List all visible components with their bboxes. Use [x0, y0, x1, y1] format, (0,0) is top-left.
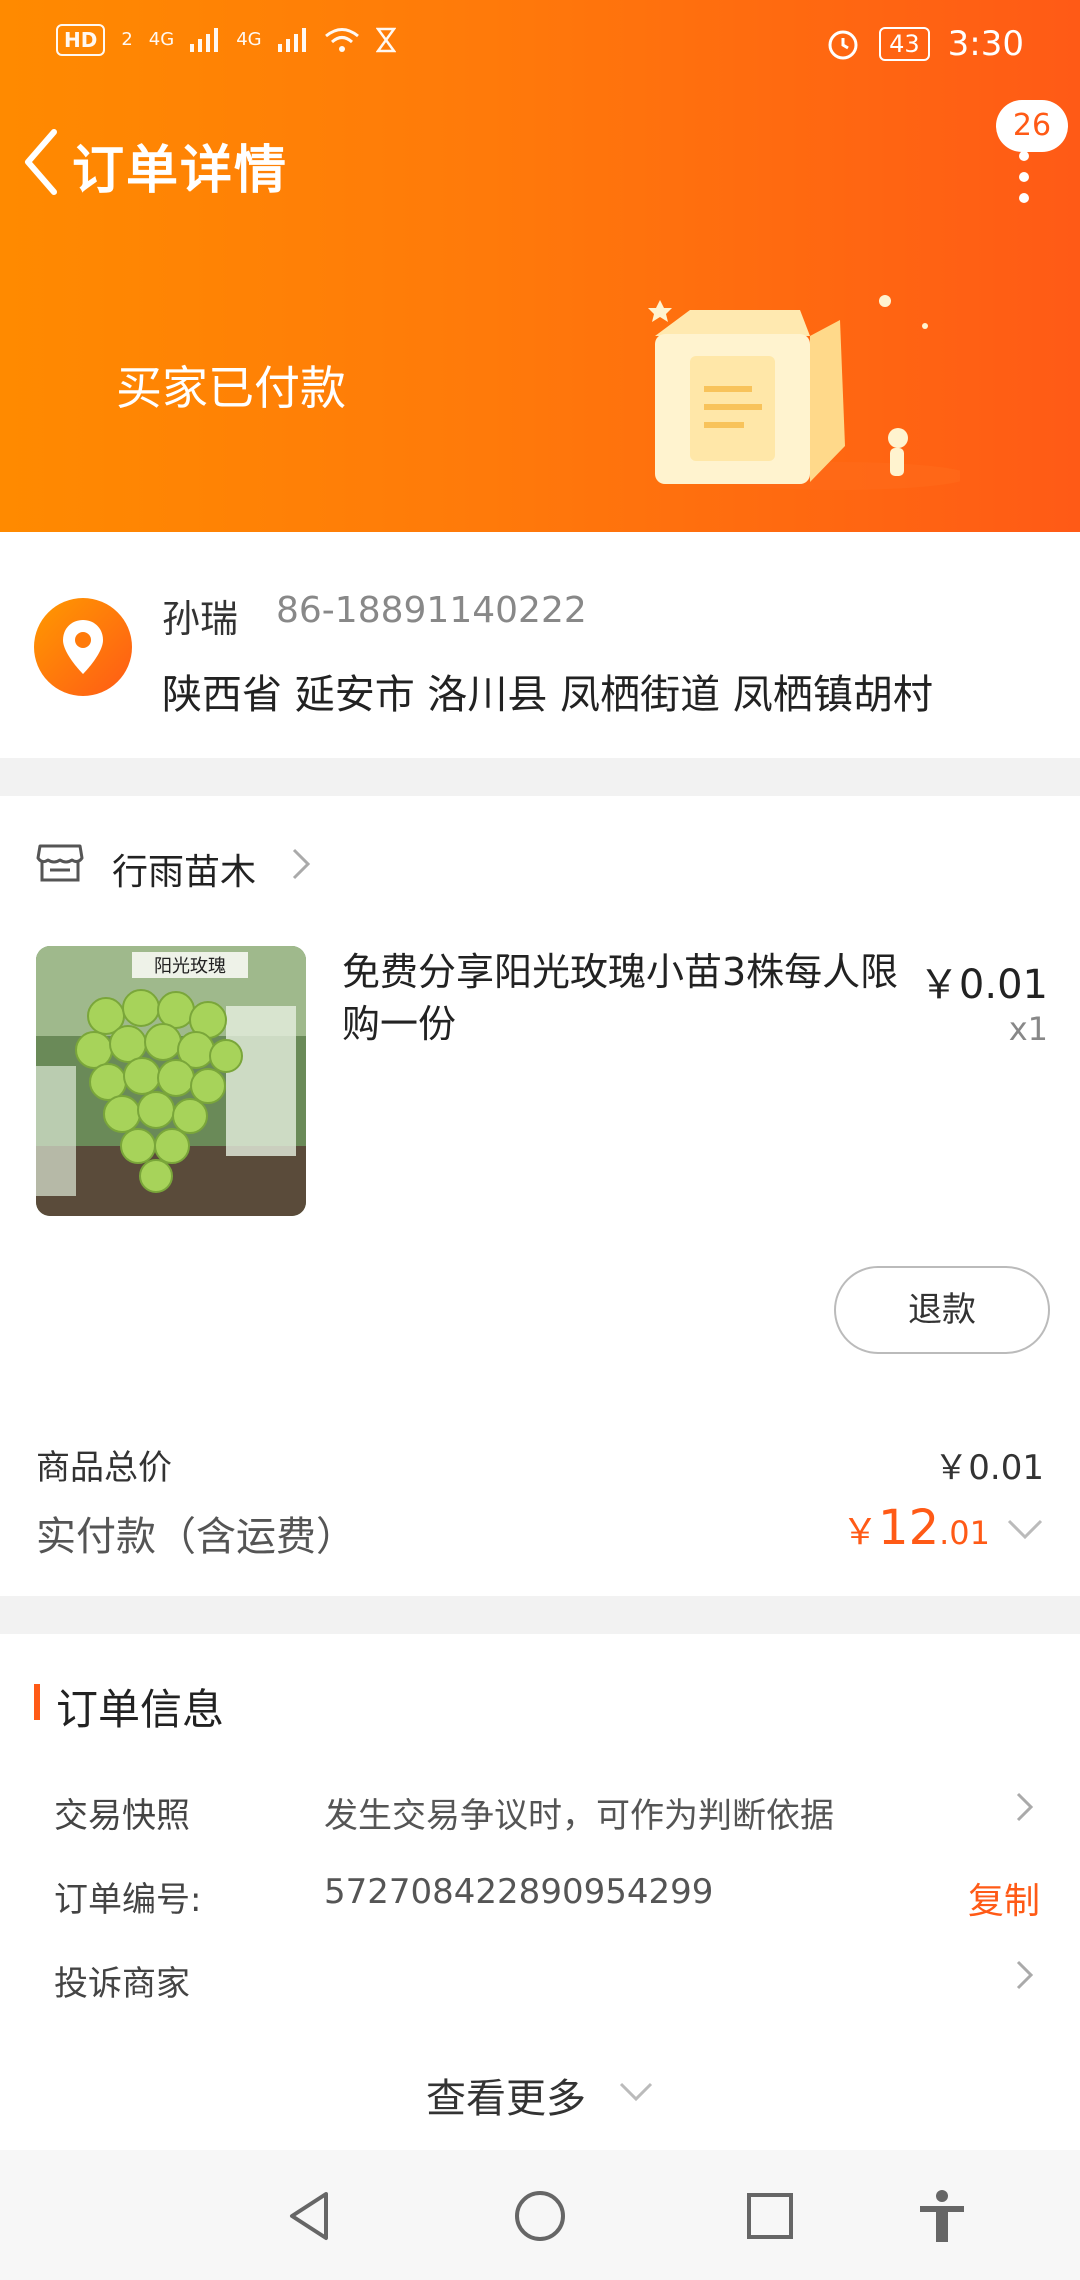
back-arrow-icon[interactable] — [18, 122, 66, 202]
signal-bars-icon — [190, 28, 219, 52]
accessibility-icon[interactable] — [914, 2188, 970, 2244]
hourglass-icon — [375, 27, 396, 53]
more-dots-icon[interactable] — [1016, 142, 1032, 212]
package-illustration — [648, 295, 960, 490]
product-image[interactable]: 阳光玫瑰 — [36, 946, 306, 1216]
recipient-phone: 86-18891140222 — [276, 590, 587, 631]
order-number-label: 订单编号: — [54, 1880, 202, 1920]
order-number-value: 572708422890954299 — [324, 1872, 714, 1912]
order-status-text: 买家已付款 — [116, 361, 346, 415]
snapshot-value[interactable]: 发生交易争议时，可作为判断依据 — [324, 1788, 834, 1837]
nav-back-icon[interactable] — [282, 2188, 338, 2244]
status-time: 3:30 — [947, 24, 1024, 64]
order-header: HD 2 4G 4G 43 3:30 订单详情 26 买家已付款 — [0, 0, 1080, 532]
product-title[interactable]: 免费分享阳光玫瑰小苗3株每人限购一份 — [342, 946, 922, 1050]
snapshot-label[interactable]: 交易快照 — [54, 1788, 190, 1837]
nav-home-icon[interactable] — [512, 2188, 568, 2244]
alarm-icon — [828, 30, 858, 60]
signal-icon-1: 4G — [148, 29, 175, 50]
section-accent-bar — [34, 1684, 40, 1720]
recipient-name: 孙瑞 — [162, 597, 239, 641]
grape-image: 阳光玫瑰 — [36, 946, 306, 1216]
chevron-right-icon[interactable] — [1014, 1958, 1036, 1992]
refund-button[interactable]: 退款 — [834, 1266, 1050, 1354]
shipping-address: 陕西省 延安市 洛川县 凤栖街道 凤栖镇胡村 — [162, 672, 933, 718]
goods-total-label: 商品总价 — [36, 1448, 172, 1488]
paid-amount-value: ￥12.01 — [842, 1500, 990, 1556]
see-more-button[interactable]: 查看更多 — [426, 2066, 586, 2124]
complaint-label[interactable]: 投诉商家 — [54, 1956, 190, 2005]
battery-icon: 43 — [879, 27, 930, 61]
chevron-right-icon[interactable] — [1014, 1790, 1036, 1824]
order-info-title: 订单信息 — [56, 1685, 225, 1734]
chevron-down-icon[interactable] — [1006, 1516, 1044, 1542]
page-title: 订单详情 — [72, 141, 289, 201]
store-name[interactable]: 行雨苗木 — [112, 843, 256, 895]
image-caption: 阳光玫瑰 — [154, 956, 226, 977]
location-pin-icon — [34, 598, 132, 696]
address-card[interactable] — [0, 532, 1080, 758]
signal-icon-2: 4G — [236, 29, 262, 50]
message-count-badge[interactable]: 26 — [996, 100, 1068, 152]
paid-amount-label: 实付款（含运费） — [36, 1514, 356, 1560]
product-quantity: x1 — [1008, 1010, 1048, 1048]
status-bar: HD 2 4G 4G 43 3:30 — [0, 0, 1080, 92]
chevron-down-icon[interactable] — [618, 2080, 654, 2104]
hd-icon: HD — [56, 24, 106, 56]
store-icon — [36, 844, 84, 882]
wifi-icon — [324, 28, 359, 52]
hd-sub: 2 — [121, 29, 133, 50]
signal-bars-icon-2 — [277, 28, 306, 52]
nav-recents-icon[interactable] — [742, 2188, 798, 2244]
product-price: ￥0.01 — [918, 962, 1048, 1008]
goods-total-value: ￥0.01 — [934, 1448, 1044, 1488]
chevron-right-icon[interactable] — [288, 846, 314, 882]
copy-button[interactable]: 复制 — [968, 1872, 1040, 1924]
